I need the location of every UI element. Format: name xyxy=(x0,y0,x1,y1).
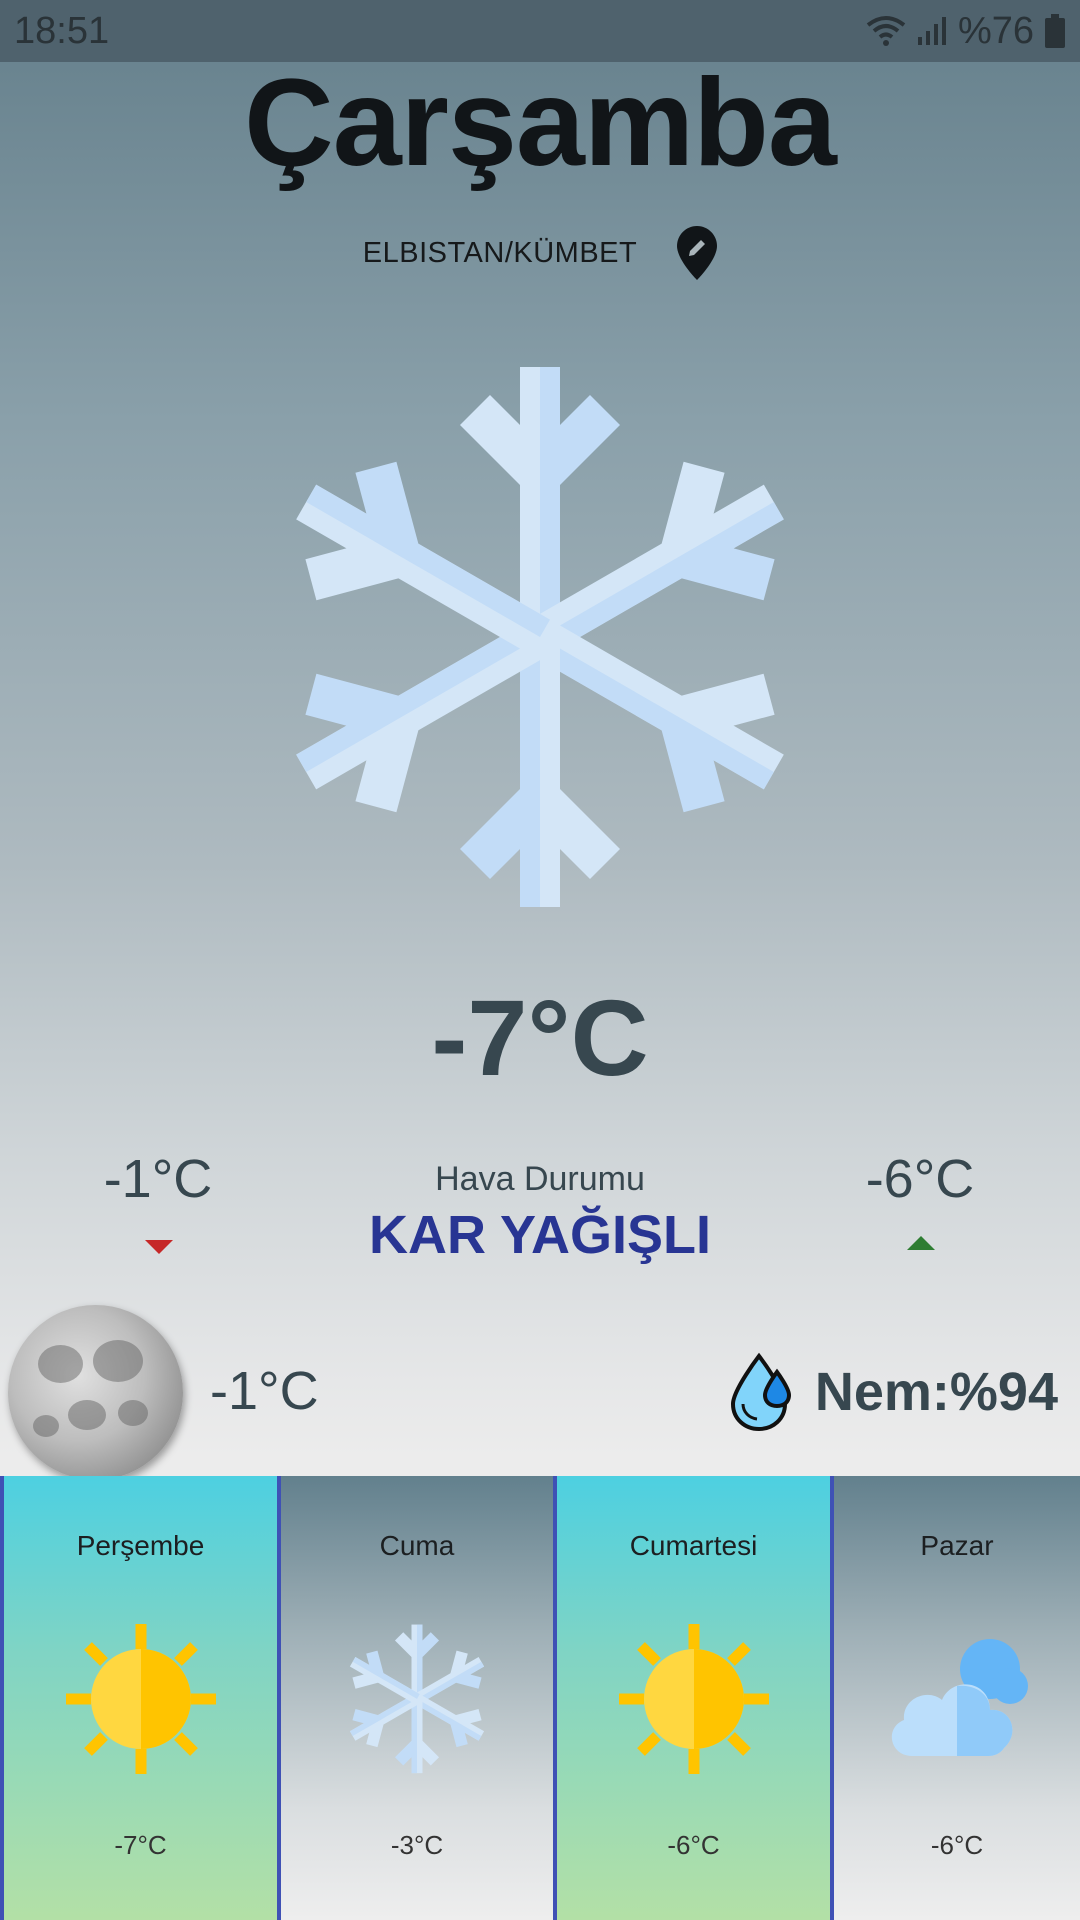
forecast-temp: -7°C xyxy=(114,1830,167,1860)
status-icons: %76 xyxy=(866,10,1066,53)
day-title: Çarşamba xyxy=(244,54,837,192)
current-temperature: -7°C xyxy=(431,977,649,1098)
snowflake-icon xyxy=(342,1624,492,1774)
night-temperature: -1°C xyxy=(210,1361,319,1421)
location-text: ELBISTAN/KÜMBET xyxy=(362,236,638,269)
forecast-temp: -6°C xyxy=(667,1830,720,1860)
forecast-day: Cumartesi xyxy=(629,1530,758,1561)
battery-icon xyxy=(1045,14,1065,48)
down-arrow-icon xyxy=(145,1240,173,1254)
sun-icon xyxy=(618,1624,769,1774)
signal-icon xyxy=(917,17,946,45)
condition-label: Hava Durumu xyxy=(435,1160,645,1198)
forecast-card[interactable]: Perşembe -7°C xyxy=(4,1476,277,1920)
forecast-card[interactable]: Pazar -6°C xyxy=(834,1476,1080,1920)
battery-percent: %76 xyxy=(957,9,1034,52)
forecast-day: Cuma xyxy=(379,1530,455,1561)
location-row[interactable]: ELBISTAN/KÜMBET xyxy=(0,226,1080,280)
status-time: 18:51 xyxy=(14,9,110,52)
low-temperature: -1°C xyxy=(103,1149,213,1209)
sun-icon xyxy=(65,1624,216,1774)
cloud-icon xyxy=(891,1639,1028,1756)
high-temperature: -6°C xyxy=(865,1149,975,1209)
condition-value: KAR YAĞIŞLI xyxy=(368,1205,712,1265)
water-drops-icon xyxy=(730,1352,791,1432)
forecast-card[interactable]: Cuma -3°C xyxy=(281,1476,553,1920)
forecast-card[interactable]: Cumartesi -6°C xyxy=(557,1476,830,1920)
forecast-strip: Perşembe -7°C Cuma -3°C Cumartesi -6°C P… xyxy=(0,1476,1080,1920)
snowflake-icon xyxy=(290,367,790,907)
humidity-text: Nem:%94 xyxy=(814,1362,1058,1422)
moon-icon xyxy=(8,1305,183,1480)
humidity: Nem:%94 xyxy=(729,1352,1058,1432)
forecast-temp: -3°C xyxy=(390,1830,444,1860)
forecast-day: Pazar xyxy=(920,1530,994,1561)
location-edit-icon[interactable] xyxy=(677,226,718,280)
forecast-day: Perşembe xyxy=(76,1530,205,1561)
up-arrow-icon xyxy=(907,1236,935,1250)
wifi-icon xyxy=(866,16,906,46)
forecast-temp: -6°C xyxy=(930,1830,984,1860)
